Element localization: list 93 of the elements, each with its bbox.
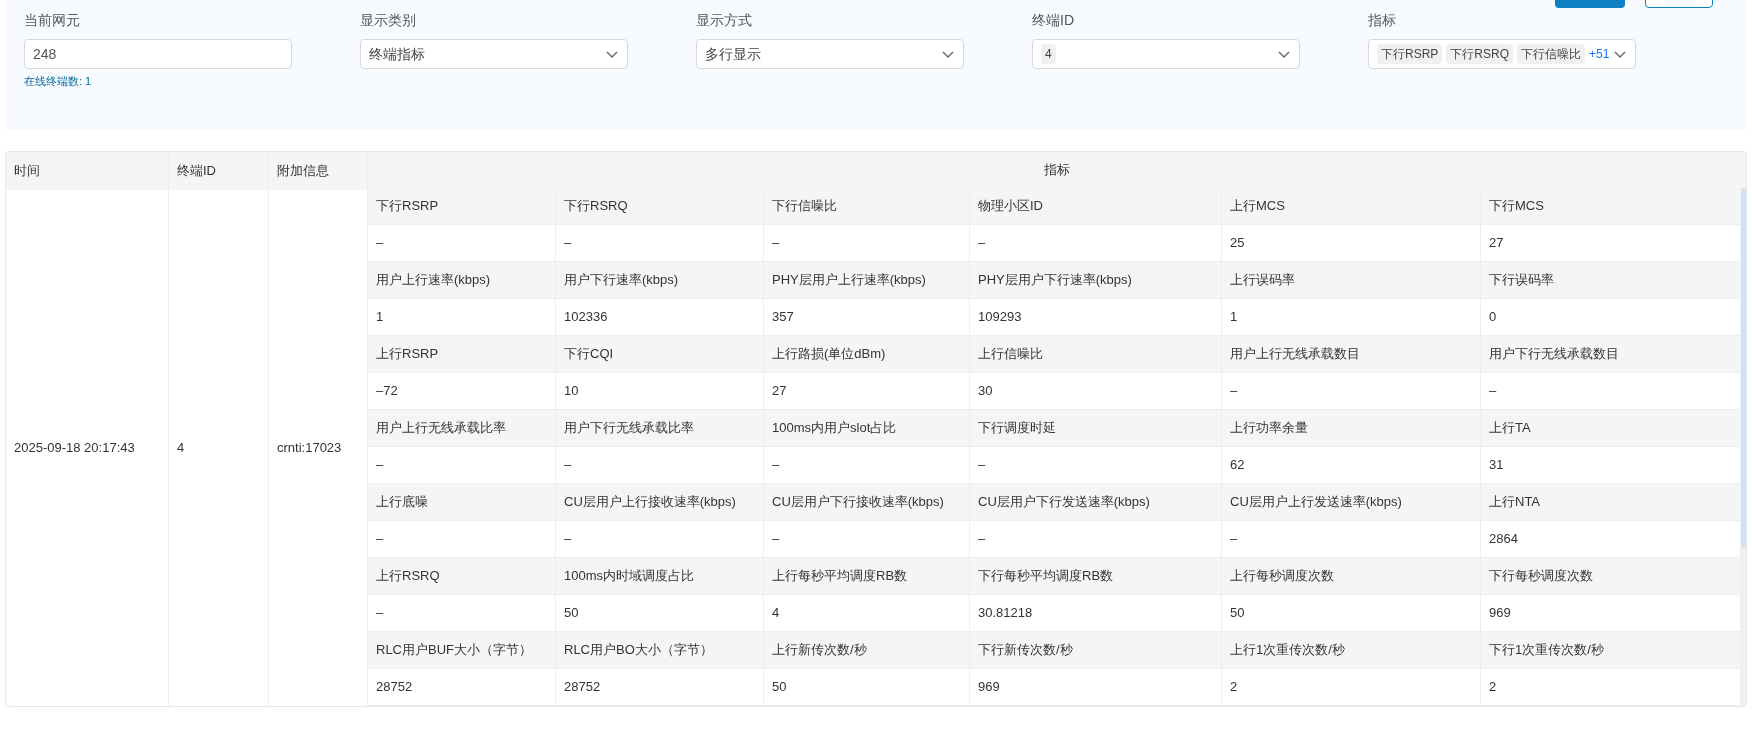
column-header: 时间 (6, 152, 168, 190)
metric-name-cell: 下行RSRP (368, 188, 556, 224)
table-cell: – (764, 225, 970, 261)
metric-name-cell: 100ms内用户slot占比 (764, 410, 970, 446)
metric-name-cell: 上行RSRQ (368, 558, 556, 594)
metric-name-cell: 用户上行速率(kbps) (368, 262, 556, 298)
metric-name-cell: 下行每秒平均调度RB数 (970, 558, 1222, 594)
table-cell: 10 (556, 373, 764, 409)
table-cell: 28752 (368, 669, 556, 705)
metric-name-cell: 用户上行无线承载比率 (368, 410, 556, 446)
field-label: 指标 (1368, 11, 1397, 30)
metric-name-cell: CU层用户上行发送速率(kbps) (1222, 484, 1481, 520)
metric-name-cell: 下行新传次数/秒 (970, 632, 1222, 668)
metric-name-cell: 下行调度时延 (970, 410, 1222, 446)
metric-name-cell: 用户下行速率(kbps) (556, 262, 764, 298)
field-label: 当前网元 (24, 11, 81, 30)
input-field[interactable]: 248 (24, 39, 292, 69)
table-cell: – (556, 447, 764, 483)
table-cell: – (1222, 373, 1481, 409)
table-cell: 109293 (970, 299, 1222, 335)
table-cell: 30.81218 (970, 595, 1222, 631)
table-cell: – (970, 521, 1222, 557)
metric-name-cell: CU层用户下行接收速率(kbps) (764, 484, 970, 520)
metric-name-cell: 物理小区ID (970, 188, 1222, 224)
table-cell: – (556, 225, 764, 261)
tag: 下行RSRQ (1446, 44, 1513, 64)
column-header: 终端ID (169, 152, 268, 190)
table-cell: 27 (764, 373, 970, 409)
metric-name-cell: CU层用户上行接收速率(kbps) (556, 484, 764, 520)
table-cell: 4 (764, 595, 970, 631)
table-cell: 62 (1222, 447, 1481, 483)
hint-text: 在线终端数: 1 (24, 74, 93, 89)
metric-name-cell: 上行信噪比 (970, 336, 1222, 372)
table-cell: – (556, 521, 764, 557)
table-cell: – (970, 447, 1222, 483)
table-cell: –72 (368, 373, 556, 409)
table-cell: 50 (764, 669, 970, 705)
table-cell-text: crnti:17023 (276, 439, 343, 458)
metric-name-cell: 用户上行无线承载数目 (1222, 336, 1481, 372)
table-cell: – (368, 447, 556, 483)
select-field[interactable]: 终端指标 (360, 39, 628, 69)
column-header: 附加信息 (269, 152, 367, 190)
table-cell: – (764, 447, 970, 483)
metric-name-cell: 上行RSRP (368, 336, 556, 372)
table-cell: 50 (1222, 595, 1481, 631)
metric-name-cell: 上行功率余量 (1222, 410, 1481, 446)
table-cell: – (764, 521, 970, 557)
table-cell: – (368, 521, 556, 557)
metric-name-cell: 上行MCS (1222, 188, 1481, 224)
metric-name-cell: 上行每秒调度次数 (1222, 558, 1481, 594)
metric-name-cell: PHY层用户下行速率(kbps) (970, 262, 1222, 298)
table-cell: 1 (1222, 299, 1481, 335)
metric-name-cell: 下行RSRQ (556, 188, 764, 224)
metric-name-cell: RLC用户BO大小（字节） (556, 632, 764, 668)
metric-name-cell: 上行新传次数/秒 (764, 632, 970, 668)
metric-name-cell: CU层用户下行发送速率(kbps) (970, 484, 1222, 520)
metric-name-cell: RLC用户BUF大小（字节） (368, 632, 556, 668)
table-cell: 25 (1222, 225, 1481, 261)
table-cell: – (1222, 521, 1481, 557)
table-cell: 1 (368, 299, 556, 335)
field-label: 显示方式 (696, 11, 753, 30)
metric-name-cell: PHY层用户上行速率(kbps) (764, 262, 970, 298)
column-header: 指标 (368, 152, 1746, 188)
field-label: 显示类别 (360, 11, 417, 30)
metric-name-cell: 上行1次重传次数/秒 (1222, 632, 1481, 668)
metric-name-cell: 上行路损(单位dBm) (764, 336, 970, 372)
table-cell-text: 4 (176, 439, 186, 458)
table-cell: 357 (764, 299, 970, 335)
select-field[interactable]: 多行显示 (696, 39, 964, 69)
multi-select-field[interactable]: 4 (1032, 39, 1300, 69)
metric-name-cell: 下行信噪比 (764, 188, 970, 224)
metric-name-cell: 上行每秒平均调度RB数 (764, 558, 970, 594)
metric-name-cell: 上行底噪 (368, 484, 556, 520)
table-cell-text: 2025-09-18 20:17:43 (13, 439, 136, 458)
metric-name-cell: 100ms内时域调度占比 (556, 558, 764, 594)
more-count: +51 (1589, 46, 1610, 63)
metric-name-cell: 下行CQI (556, 336, 764, 372)
tag: 4 (1041, 44, 1056, 64)
metric-name-cell: 用户下行无线承载比率 (556, 410, 764, 446)
table-cell: – (368, 225, 556, 261)
table-cell: – (970, 225, 1222, 261)
table-cell: 28752 (556, 669, 764, 705)
table-cell: 50 (556, 595, 764, 631)
field-label: 终端ID (1032, 11, 1075, 30)
table-cell: 30 (970, 373, 1222, 409)
tag: 下行RSRP (1377, 44, 1443, 64)
metric-name-cell: 上行误码率 (1222, 262, 1481, 298)
table-cell: 102336 (556, 299, 764, 335)
table-cell: – (368, 595, 556, 631)
multi-select-field[interactable]: 下行RSRP 下行RSRQ 下行信噪比 +51 (1368, 39, 1636, 69)
table-cell: 2 (1222, 669, 1481, 705)
tag: 下行信噪比 (1517, 44, 1585, 64)
table-cell: 969 (970, 669, 1222, 705)
